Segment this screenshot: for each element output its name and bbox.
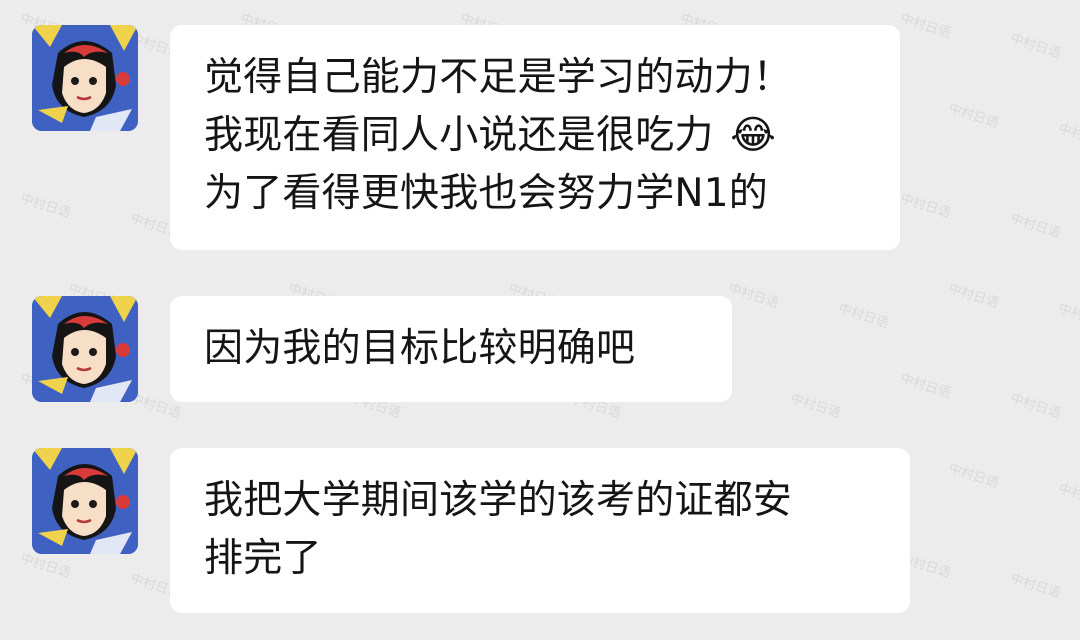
watermark-text: 中村日语 [1056,481,1080,512]
message-line: 我把大学期间该学的该考的证都安 [204,478,793,523]
chat-area: 中村日语 中村日语 中村日语 中村日语 中村日语 中村日语 中村日语 中村日语 中村日语 中村日语… [0,0,1080,640]
watermark-text: 中村日语 [1008,571,1063,602]
watermark-text: 中村日语 [18,191,73,222]
watermark-text: 中村日语 [1008,211,1063,242]
avatar-image [32,296,138,402]
watermark-text: 中村日语 [898,191,953,222]
message-line-text: 我现在看同人小说还是很吃力 [204,113,714,158]
message-line: 因为我的目标比较明确吧 [204,326,636,371]
avatar[interactable] [32,448,138,554]
watermark-text: 中村日语 [898,371,953,402]
avatar[interactable] [32,296,138,402]
avatar-image [32,448,138,554]
message-line: 觉得自己能力不足是学习的动力！ [204,55,793,100]
message-bubble[interactable]: 我把大学期间该学的该考的证都安 排完了 [170,448,910,613]
watermark-text: 中村日语 [836,301,891,332]
face-with-tears-of-joy-icon: 😂 [730,113,776,158]
watermark-text: 中村日语 [726,281,781,312]
message-bubble[interactable]: 因为我的目标比较明确吧 [170,296,732,402]
watermark-text: 中村日语 [788,391,843,422]
watermark-text: 中村日语 [1056,121,1080,152]
watermark-text: 中村日语 [898,11,953,42]
message-line: 为了看得更快我也会努力学N1的 [204,171,768,216]
watermark-text: 中村日语 [946,281,1001,312]
watermark-text: 中村日语 [1008,31,1063,62]
watermark-text: 中村日语 [946,101,1001,132]
message-line: 我现在看同人小说还是很吃力 😂 [204,107,866,165]
watermark-text: 中村日语 [1008,391,1063,422]
watermark-text: 中村日语 [946,461,1001,492]
watermark-text: 中村日语 [1056,301,1080,332]
avatar-image [32,25,138,131]
message-bubble[interactable]: 觉得自己能力不足是学习的动力！ 我现在看同人小说还是很吃力 😂 为了看得更快我也… [170,25,900,250]
message-line: 排完了 [204,536,322,581]
avatar[interactable] [32,25,138,131]
